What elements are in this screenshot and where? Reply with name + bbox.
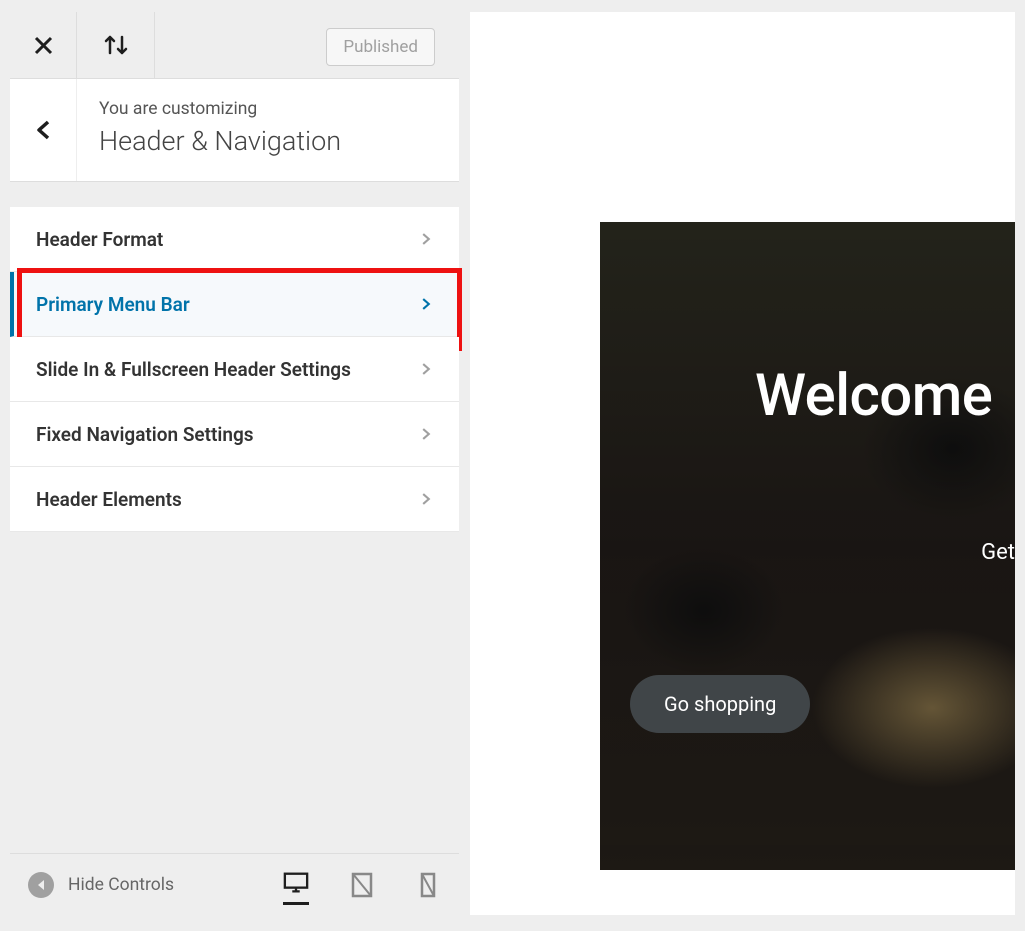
device-buttons: [283, 865, 441, 905]
chevron-right-icon: [419, 362, 433, 376]
menu-item-fixed-nav[interactable]: Fixed Navigation Settings: [10, 402, 459, 467]
bottom-bar: Hide Controls: [10, 853, 459, 915]
menu-item-header-elements[interactable]: Header Elements: [10, 467, 459, 532]
close-icon: [34, 36, 53, 55]
tablet-icon: [351, 872, 373, 898]
hide-controls-label: Hide Controls: [68, 875, 174, 895]
menu-item-slide-in-fullscreen[interactable]: Slide In & Fullscreen Header Settings: [10, 337, 459, 402]
mobile-icon: [420, 872, 436, 898]
hero-title: Welcome: [755, 362, 1015, 430]
menu-item-label: Header Format: [36, 228, 163, 251]
chevron-right-icon: [419, 232, 433, 246]
chevron-right-icon: [419, 427, 433, 441]
hide-controls-button[interactable]: Hide Controls: [28, 872, 174, 898]
preview-area: Welcome Get Go shopping: [470, 12, 1015, 915]
menu-item-label: Fixed Navigation Settings: [36, 423, 254, 446]
chevron-right-icon: [419, 297, 433, 311]
tablet-view-button[interactable]: [349, 865, 375, 905]
sort-icon: [101, 33, 131, 57]
hero-section: Welcome Get Go shopping: [600, 222, 1015, 870]
section-title: Header & Navigation: [99, 125, 437, 157]
menu-item-label: Slide In & Fullscreen Header Settings: [36, 358, 351, 381]
published-button[interactable]: Published: [326, 28, 435, 66]
sort-button[interactable]: [77, 12, 155, 79]
desktop-icon: [283, 871, 309, 895]
back-button[interactable]: [10, 79, 77, 181]
header-text: You are customizing Header & Navigation: [77, 79, 459, 181]
menu-item-header-format[interactable]: Header Format: [10, 207, 459, 272]
menu-list: Header Format Primary Menu Bar Slide In …: [10, 207, 459, 532]
customizer-sidebar: Published You are customizing Header & N…: [10, 12, 459, 915]
customizing-label: You are customizing: [99, 99, 437, 119]
top-toolbar: Published: [10, 12, 459, 79]
menu-item-primary-menu-bar[interactable]: Primary Menu Bar: [10, 272, 459, 337]
menu-item-label: Header Elements: [36, 488, 182, 511]
desktop-view-button[interactable]: [283, 865, 309, 905]
mobile-view-button[interactable]: [415, 865, 441, 905]
chevron-right-icon: [419, 492, 433, 506]
collapse-icon: [28, 872, 54, 898]
section-header: You are customizing Header & Navigation: [10, 79, 459, 182]
hero-subtitle: Get: [981, 540, 1015, 565]
menu-item-label: Primary Menu Bar: [36, 293, 190, 316]
go-shopping-button[interactable]: Go shopping: [630, 675, 810, 733]
chevron-left-icon: [35, 118, 51, 142]
close-button[interactable]: [10, 12, 77, 79]
